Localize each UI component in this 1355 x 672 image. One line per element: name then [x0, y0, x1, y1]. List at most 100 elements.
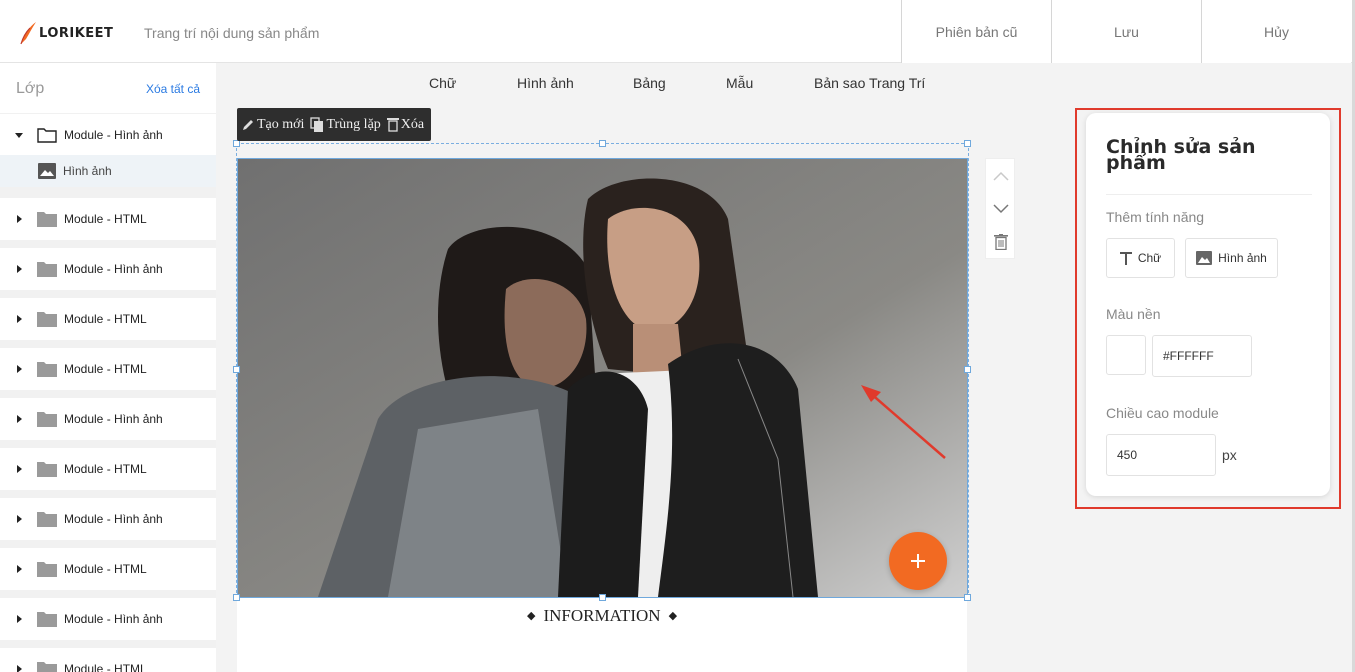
- resize-handle[interactable]: [964, 366, 971, 373]
- logo-text: LORIKEET: [39, 25, 114, 41]
- layer-item[interactable]: Module - Hình ảnh: [0, 248, 216, 290]
- layer-panel-header: Lớp Xóa tất cả: [0, 63, 216, 113]
- plus-icon: [911, 554, 925, 568]
- chevron-up-icon: [993, 171, 1009, 181]
- caret-right-icon[interactable]: [15, 615, 23, 623]
- old-version-button[interactable]: Phiên bản cũ: [901, 0, 1051, 63]
- layer-item[interactable]: Module - Hình ảnh: [0, 398, 216, 440]
- delete-label: Xóa: [400, 116, 425, 132]
- move-down-button[interactable]: [986, 192, 1016, 225]
- add-module-button[interactable]: [889, 532, 947, 590]
- layer-item-label: Module - HTML: [64, 362, 147, 376]
- copy-icon: [310, 116, 324, 132]
- folder-icon: [37, 312, 57, 327]
- layer-child-item[interactable]: Hình ảnh: [0, 155, 216, 187]
- caret-right-icon[interactable]: [15, 265, 23, 273]
- folder-icon: [37, 662, 57, 672]
- layer-item-label: Module - Hình ảnh: [64, 262, 163, 276]
- resize-handle[interactable]: [233, 140, 240, 147]
- tool-decoration-copy[interactable]: Bản sao Trang Trí: [814, 75, 925, 91]
- clear-all-link[interactable]: Xóa tất cả: [146, 82, 200, 96]
- folder-icon: [37, 262, 57, 277]
- image-icon: [1196, 251, 1213, 265]
- caret-right-icon[interactable]: [15, 215, 23, 223]
- info-heading-text: INFORMATION: [543, 606, 661, 625]
- caret-right-icon[interactable]: [15, 565, 23, 573]
- remove-module-button[interactable]: [986, 225, 1016, 258]
- tool-text[interactable]: Chữ: [429, 75, 456, 91]
- layer-panel-title: Lớp: [16, 80, 45, 97]
- folder-icon: [37, 512, 57, 527]
- caret-right-icon[interactable]: [15, 465, 23, 473]
- layer-item[interactable]: Module - HTML: [0, 448, 216, 490]
- resize-handle[interactable]: [964, 140, 971, 147]
- module-move-tools: [985, 158, 1015, 259]
- layer-item[interactable]: Module - HTML: [0, 298, 216, 340]
- layer-item-label: Module - Hình ảnh: [64, 412, 163, 426]
- add-feature-label: Thêm tính năng: [1106, 209, 1205, 225]
- layer-child-label: Hình ảnh: [63, 164, 112, 178]
- folder-icon: [37, 362, 57, 377]
- duplicate-button[interactable]: Trùng lặp: [310, 116, 381, 133]
- add-text-button[interactable]: Chữ: [1106, 238, 1175, 278]
- layer-item[interactable]: Module - HTML: [0, 648, 216, 672]
- layer-item[interactable]: Module - HTML: [0, 348, 216, 390]
- logo[interactable]: LORIKEET: [18, 21, 113, 45]
- caret-right-icon[interactable]: [15, 665, 23, 672]
- move-up-button[interactable]: [986, 159, 1016, 192]
- resize-handle[interactable]: [233, 366, 240, 373]
- folder-open-icon: [37, 128, 57, 143]
- layer-item[interactable]: Module - HTML: [0, 548, 216, 590]
- bg-color-input[interactable]: [1152, 335, 1252, 377]
- layer-item[interactable]: Module - HTML: [0, 198, 216, 240]
- layer-item[interactable]: Module - Hình ảnh: [0, 598, 216, 640]
- resize-handle[interactable]: [599, 594, 606, 601]
- add-text-label: Chữ: [1137, 251, 1162, 265]
- photo-illustration: [238, 159, 967, 597]
- module-height-input[interactable]: [1106, 434, 1216, 476]
- tool-image[interactable]: Hình ảnh: [517, 75, 574, 91]
- create-label: Tạo mới: [257, 116, 305, 132]
- properties-divider: [1106, 194, 1312, 195]
- properties-title: Chỉnh sửa sản phẩm: [1106, 136, 1256, 174]
- tool-table[interactable]: Bảng: [633, 75, 666, 91]
- caret-right-icon[interactable]: [15, 515, 23, 523]
- caret-right-icon[interactable]: [15, 365, 23, 373]
- layer-item[interactable]: Module - Hình ảnh: [0, 114, 216, 156]
- bg-color-swatch[interactable]: [1106, 335, 1146, 375]
- cancel-button[interactable]: Hủy: [1201, 0, 1351, 63]
- caret-down-icon[interactable]: [15, 131, 23, 139]
- layer-item-label: Module - HTML: [64, 212, 147, 226]
- pencil-icon: [243, 119, 253, 130]
- caret-right-icon[interactable]: [15, 315, 23, 323]
- trash-icon: [386, 118, 399, 132]
- layer-item-label: Module - HTML: [64, 662, 147, 672]
- save-button[interactable]: Lưu: [1051, 0, 1201, 63]
- tool-template[interactable]: Mẫu: [726, 75, 753, 91]
- folder-icon: [37, 612, 57, 627]
- layer-item-label: Module - HTML: [64, 312, 147, 326]
- resize-handle[interactable]: [599, 140, 606, 147]
- chevron-down-icon: [993, 203, 1009, 213]
- annotation-arrow-icon: [861, 385, 946, 459]
- bg-color-label: Màu nền: [1106, 306, 1161, 322]
- add-image-button[interactable]: Hình ảnh: [1185, 238, 1278, 278]
- resize-handle[interactable]: [964, 594, 971, 601]
- folder-icon: [37, 412, 57, 427]
- resize-handle[interactable]: [233, 594, 240, 601]
- delete-button[interactable]: Xóa: [386, 116, 425, 133]
- trash-icon: [994, 233, 1008, 250]
- create-button[interactable]: Tạo mới: [241, 117, 304, 133]
- image-icon: [38, 163, 56, 179]
- module-image[interactable]: [238, 159, 967, 597]
- layer-item-label: Module - Hình ảnh: [64, 128, 163, 142]
- add-image-label: Hình ảnh: [1218, 251, 1267, 265]
- module-action-bar: Tạo mới Trùng lặp Xóa: [237, 108, 431, 141]
- caret-right-icon[interactable]: [15, 415, 23, 423]
- properties-panel: Chỉnh sửa sản phẩm Thêm tính năng Chữ Hì…: [1086, 113, 1330, 496]
- layer-item[interactable]: Module - Hình ảnh: [0, 498, 216, 540]
- folder-icon: [37, 212, 57, 227]
- app-header: LORIKEET Trang trí nội dung sản phẩm Phi…: [0, 0, 1355, 63]
- layer-item-label: Module - Hình ảnh: [64, 512, 163, 526]
- module-height-label: Chiều cao module: [1106, 405, 1219, 421]
